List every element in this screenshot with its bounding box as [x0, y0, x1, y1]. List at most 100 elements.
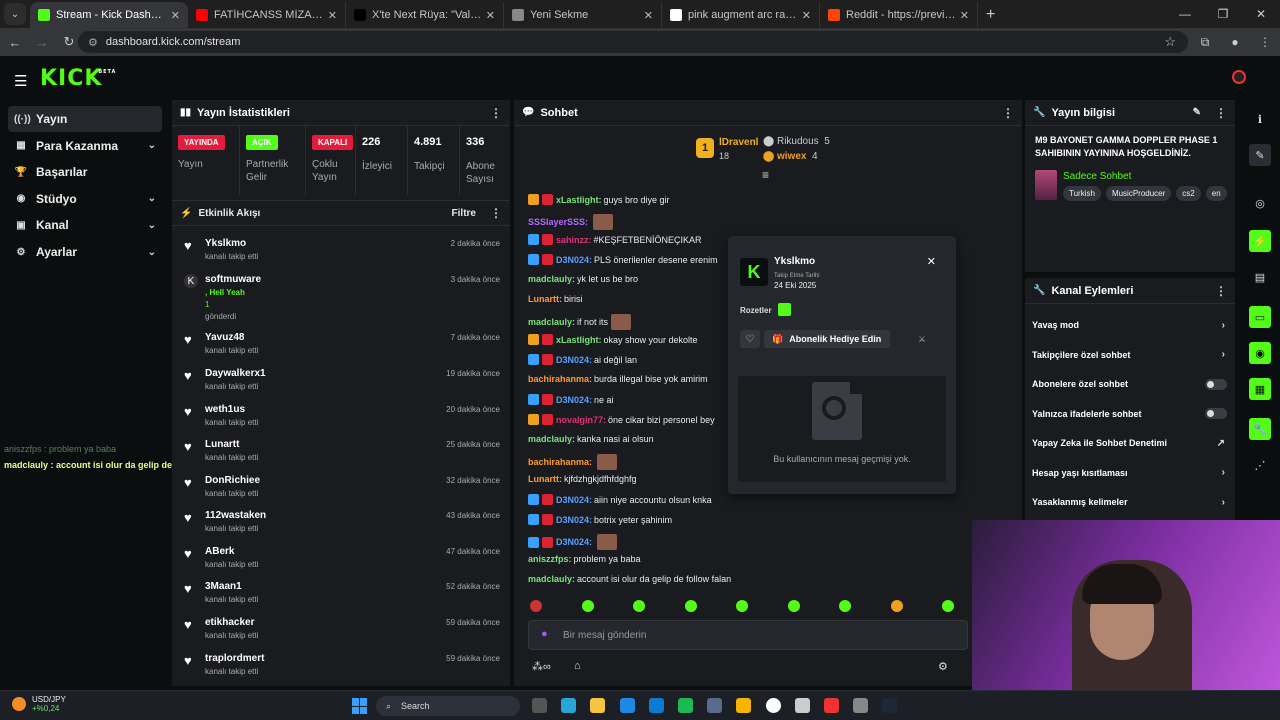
edit-icon[interactable]: ✎ — [1249, 144, 1271, 166]
taskbar-app-icon[interactable] — [678, 698, 693, 713]
taskbar-app-icon[interactable] — [707, 698, 723, 713]
stream-tag[interactable]: MusicProducer — [1105, 186, 1172, 201]
bookmark-star-icon[interactable]: ☆ — [1164, 34, 1176, 50]
activity-item[interactable]: ♥ Yavuz48 kanalı takip etti 7 dakika önce — [172, 326, 510, 360]
chevron-down-icon[interactable]: ⌄ — [148, 247, 156, 258]
tab-close-icon[interactable]: ✕ — [960, 9, 969, 22]
forward-button[interactable]: → — [30, 30, 54, 54]
browser-menu-icon[interactable]: ⋮ — [1250, 30, 1280, 54]
chat-message[interactable]: D3N024: botrix yeter şahinim — [528, 514, 672, 525]
chat-icon[interactable]: ▭ — [1249, 306, 1271, 328]
channel-action-row[interactable]: Yalnızca ifadelerle sohbet — [1025, 402, 1235, 426]
chat-username[interactable]: madclauly: — [528, 317, 575, 327]
profile-avatar[interactable]: ● — [1220, 30, 1250, 54]
chat-username[interactable]: D3N024: — [556, 515, 592, 525]
chat-message[interactable]: madclauly: kanka nasi ai olsun — [528, 434, 654, 444]
kick-logo[interactable]: KICK BETA — [40, 66, 115, 91]
stream-tag[interactable]: cs2 — [1176, 186, 1201, 201]
activity-item[interactable]: ♥ weth1us kanalı takip etti 20 dakika önce — [172, 398, 510, 432]
tab-close-icon[interactable]: ✕ — [171, 9, 180, 22]
category-name[interactable]: Sadece Sohbet — [1063, 171, 1131, 182]
tab-close-icon[interactable]: ✕ — [328, 9, 337, 22]
channel-action-row[interactable]: Yavaş mod › — [1025, 313, 1235, 337]
sidebar-item[interactable]: ▦ Para Kazanma ⌄ — [8, 133, 162, 159]
chevron-right-icon[interactable]: › — [1222, 467, 1225, 478]
more-options-icon[interactable]: ⋮ — [1215, 284, 1227, 298]
tab-close-icon[interactable]: ✕ — [802, 9, 811, 22]
activity-item[interactable]: ♥ ABerk kanalı takip etti 47 dakika önce — [172, 540, 510, 574]
channel-action-row[interactable]: Abonelere özel sohbet — [1025, 372, 1235, 396]
chevron-down-icon[interactable]: ⌄ — [148, 193, 156, 204]
emote-icon[interactable] — [890, 600, 903, 612]
taskbar-app-icon[interactable] — [765, 698, 781, 713]
emote-icon[interactable] — [633, 600, 645, 612]
toggle-switch[interactable] — [1205, 408, 1227, 419]
chat-message[interactable]: madclauly: yk let us be bro — [528, 274, 638, 284]
chat-input[interactable]: ● Bir mesaj gönderin — [528, 620, 968, 650]
share-icon[interactable]: ⋰ — [1249, 454, 1271, 476]
activity-item[interactable]: ♥ etikhacker kanalı takip etti 59 dakika ön… — [172, 611, 510, 645]
chat-username[interactable]: madclauly: — [528, 274, 575, 284]
chevron-down-icon[interactable]: ⌄ — [148, 220, 156, 231]
chat-username[interactable]: sahinzz: — [556, 235, 592, 245]
emote-picker-icon[interactable]: ⁂∞ — [532, 660, 551, 673]
notes-icon[interactable]: ▤ — [1249, 266, 1271, 288]
chat-message[interactable]: sahinzz: #KEŞFETBENİÖNEÇIKAR — [528, 234, 702, 245]
follow-heart-button[interactable]: ♡ — [740, 330, 760, 348]
chat-message[interactable]: D3N024: PLS önerilenler desene erenim — [528, 254, 718, 265]
back-button[interactable]: ← — [3, 30, 27, 54]
user-card-name[interactable]: Ykslkmo — [774, 256, 815, 267]
activity-item[interactable]: ♥ DonRichiee kanalı takip etti 32 dakika ön… — [172, 469, 510, 503]
activity-item[interactable]: ♥ Lunartt kanalı takip etti 25 dakika önce — [172, 433, 510, 467]
extensions-icon[interactable]: ⧉ — [1190, 30, 1220, 54]
channel-action-row[interactable]: Yasaklanmış kelimeler › — [1025, 490, 1235, 514]
tab-close-icon[interactable]: ✕ — [644, 9, 653, 22]
sidebar-item[interactable]: 🏆 Başarılar — [8, 159, 162, 185]
taskbar-app-icon[interactable] — [561, 698, 577, 713]
chevron-right-icon[interactable]: › — [1222, 497, 1225, 508]
broadcast-icon[interactable]: ◉ — [1249, 342, 1271, 364]
activity-item[interactable]: ♥ Daywalkerx1 kanalı takip etti 19 dakika ö… — [172, 362, 510, 396]
chat-settings-icon[interactable]: ⚙ — [938, 660, 948, 673]
external-link-icon[interactable]: ↗ — [1217, 438, 1225, 449]
chat-username[interactable]: Lunartt: — [528, 474, 562, 484]
chat-username[interactable]: xLastlight: — [556, 195, 602, 205]
chat-username[interactable]: novalgin77: — [556, 415, 606, 425]
tab-close-icon[interactable]: ✕ — [486, 9, 495, 22]
activity-item[interactable]: ♥ traplordmert kanalı takip etti 59 dakika … — [172, 647, 510, 681]
activity-item[interactable]: Ksoftmuware , Hell Yeah 3 dakika önce 1 gönd… — [172, 268, 510, 321]
sidebar-item[interactable]: ⚙ Ayarlar ⌄ — [8, 239, 162, 265]
chat-username[interactable]: madclauly: — [528, 434, 575, 444]
menu-icon[interactable]: ☰ — [14, 72, 27, 90]
toggle-switch[interactable] — [1205, 378, 1227, 390]
chat-message[interactable]: D3N024: aiin niye accountu olsun knka — [528, 494, 712, 505]
chat-message[interactable]: aniszzfps: problem ya baba — [528, 554, 641, 564]
gift-subscription-button[interactable]: 🎁 Abonelik Hediye Edin — [764, 330, 890, 348]
browser-tab[interactable]: Stream - Kick Dashboard ✕ — [30, 2, 188, 28]
chat-message[interactable]: D3N024: ai değil lan — [528, 354, 637, 365]
ticker-widget[interactable]: USD/JPY +%0,24 — [10, 695, 66, 713]
chat-username[interactable]: D3N024: — [556, 495, 592, 505]
emote-icon[interactable] — [942, 600, 954, 612]
chat-username[interactable]: D3N024: — [556, 355, 592, 365]
new-tab-button[interactable]: + — [978, 6, 1003, 28]
leader-name[interactable]: ⬤ Rikudous 5 — [763, 136, 830, 147]
emote-icon[interactable] — [787, 600, 800, 612]
chat-message[interactable]: madclauly: account isi olur da gelip de f… — [528, 574, 731, 584]
lightning-icon[interactable]: ⚡ — [1249, 230, 1271, 252]
chat-username[interactable]: SSSlayerSSS: — [528, 217, 588, 227]
sidebar-item[interactable]: ◉ Stüdyo ⌄ — [8, 186, 162, 212]
layout-icon[interactable]: ▦ — [1249, 378, 1271, 400]
more-options-icon[interactable]: ⋮ — [490, 106, 502, 120]
edit-icon[interactable]: ✎ — [1193, 107, 1201, 118]
taskbar-app-icon[interactable] — [590, 698, 606, 713]
sidebar-item[interactable]: ▣ Kanal ⌄ — [8, 212, 162, 238]
taskbar-app-icon[interactable] — [882, 698, 898, 713]
chat-username[interactable]: bachirahanma: — [528, 374, 592, 384]
chat-message[interactable]: Lunartt: birisi — [528, 294, 583, 304]
stream-tag[interactable]: en — [1205, 186, 1227, 201]
emote-icon[interactable] — [736, 600, 748, 612]
user-avatar[interactable] — [1232, 70, 1246, 84]
taskbar-app-icon[interactable] — [532, 698, 547, 713]
activity-item[interactable]: ♥ Ykslkmo kanalı takip etti 2 dakika önce — [172, 232, 510, 266]
